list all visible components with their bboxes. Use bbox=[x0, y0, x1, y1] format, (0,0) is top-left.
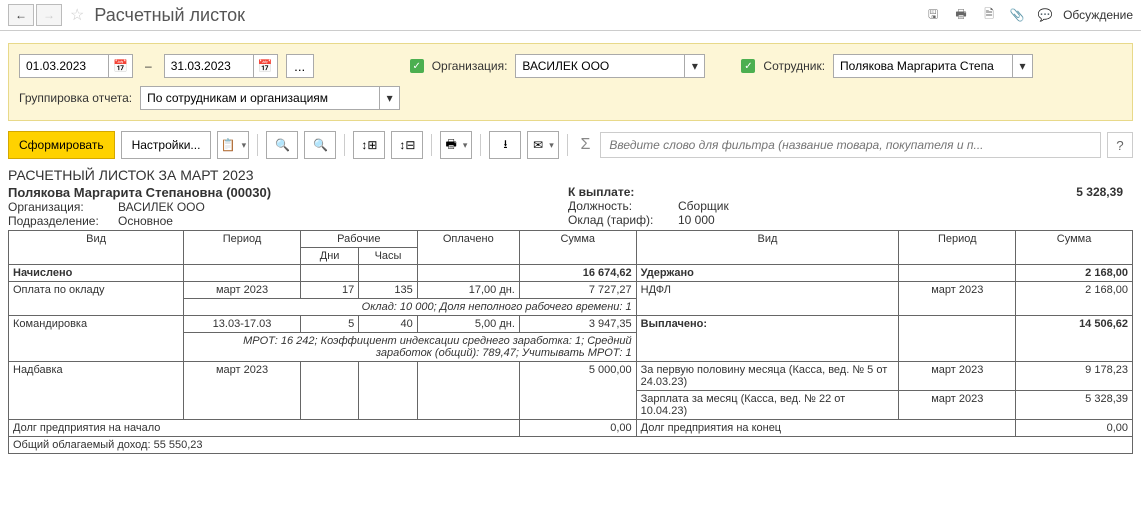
variants-button[interactable]: 📋▾ bbox=[217, 131, 249, 159]
chevron-down-icon[interactable]: ▾ bbox=[685, 54, 705, 78]
discuss-label[interactable]: Обсуждение bbox=[1063, 8, 1133, 22]
calendar-icon[interactable]: 📅 bbox=[109, 54, 133, 78]
date-to-input[interactable] bbox=[164, 54, 254, 78]
help-button[interactable]: ? bbox=[1107, 132, 1133, 158]
save-icon[interactable]: 🖫 bbox=[923, 5, 943, 25]
org-checkbox[interactable]: ✓ bbox=[410, 59, 424, 73]
filter-search-input[interactable] bbox=[600, 132, 1101, 158]
favorite-star-icon[interactable]: ☆ bbox=[70, 5, 84, 25]
sigma-icon: Σ bbox=[580, 136, 590, 154]
doc-icon[interactable]: 🗎 bbox=[979, 5, 999, 25]
find-button[interactable]: 🔍 bbox=[266, 131, 298, 159]
chevron-down-icon[interactable]: ▾ bbox=[380, 86, 400, 110]
date-from-input[interactable] bbox=[19, 54, 109, 78]
group-label: Группировка отчета: bbox=[19, 91, 132, 105]
attach-icon[interactable]: 📎 bbox=[1007, 5, 1027, 25]
emp-label: Сотрудник: bbox=[763, 59, 825, 73]
nav-forward-button[interactable]: → bbox=[36, 4, 62, 26]
employee-name: Полякова Маргарита Степановна (00030) bbox=[8, 185, 568, 200]
chevron-down-icon[interactable]: ▾ bbox=[1013, 54, 1033, 78]
report-title: РАСЧЕТНЫЙ ЛИСТОК ЗА МАРТ 2023 bbox=[8, 167, 1133, 183]
payslip-table: Вид Период Рабочие Оплачено Сумма Вид Пе… bbox=[8, 230, 1133, 454]
collapse-button[interactable]: ↕⊟ bbox=[391, 131, 423, 159]
print-icon[interactable]: 🖶 bbox=[951, 5, 971, 25]
discuss-icon[interactable]: 💬 bbox=[1035, 5, 1055, 25]
filter-panel: 📅 – 📅 ... ✓ Организация: ▾ ✓ Сотрудник: … bbox=[8, 43, 1133, 121]
expand-button[interactable]: ↕⊞ bbox=[353, 131, 385, 159]
page-title: Расчетный листок bbox=[94, 5, 245, 26]
group-combo[interactable] bbox=[140, 86, 380, 110]
form-button[interactable]: Сформировать bbox=[8, 131, 115, 159]
settings-button[interactable]: Настройки... bbox=[121, 131, 212, 159]
print-button[interactable]: 🖶▾ bbox=[440, 131, 472, 159]
emp-combo[interactable] bbox=[833, 54, 1013, 78]
emp-checkbox[interactable]: ✓ bbox=[741, 59, 755, 73]
save-as-button[interactable]: ⭳ bbox=[489, 131, 521, 159]
mail-button[interactable]: ✉▾ bbox=[527, 131, 559, 159]
org-combo[interactable] bbox=[515, 54, 685, 78]
period-picker-button[interactable]: ... bbox=[286, 54, 314, 78]
org-label: Организация: bbox=[432, 59, 508, 73]
find-clear-button[interactable]: 🔍 bbox=[304, 131, 336, 159]
nav-back-button[interactable]: ← bbox=[8, 4, 34, 26]
calendar-icon[interactable]: 📅 bbox=[254, 54, 278, 78]
